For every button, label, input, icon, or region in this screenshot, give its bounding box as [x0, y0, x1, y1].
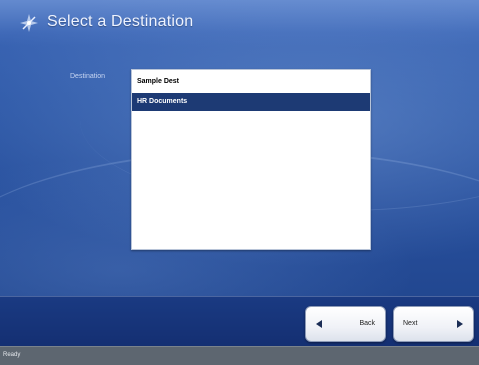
next-button[interactable]: Next — [393, 306, 474, 342]
back-button-label: Back — [359, 320, 375, 327]
status-text: Ready — [3, 352, 21, 358]
status-bar: Ready — [0, 346, 479, 365]
destination-list[interactable]: Sample Dest HR Documents — [131, 69, 371, 250]
title-bar: Select a Destination — [0, 0, 479, 46]
next-button-label: Next — [403, 320, 418, 327]
page-title: Select a Destination — [47, 13, 194, 30]
back-button[interactable]: Back — [305, 306, 386, 342]
list-item-hr-documents[interactable]: HR Documents — [132, 93, 370, 111]
arrow-right-icon — [457, 320, 463, 328]
arrow-left-icon — [316, 320, 322, 328]
compass-icon — [20, 14, 38, 32]
destination-label: Destination — [70, 73, 106, 80]
list-item-sample-dest[interactable]: Sample Dest — [132, 73, 370, 91]
wizard-screen: Select a Destination Destination Sample … — [0, 0, 479, 346]
